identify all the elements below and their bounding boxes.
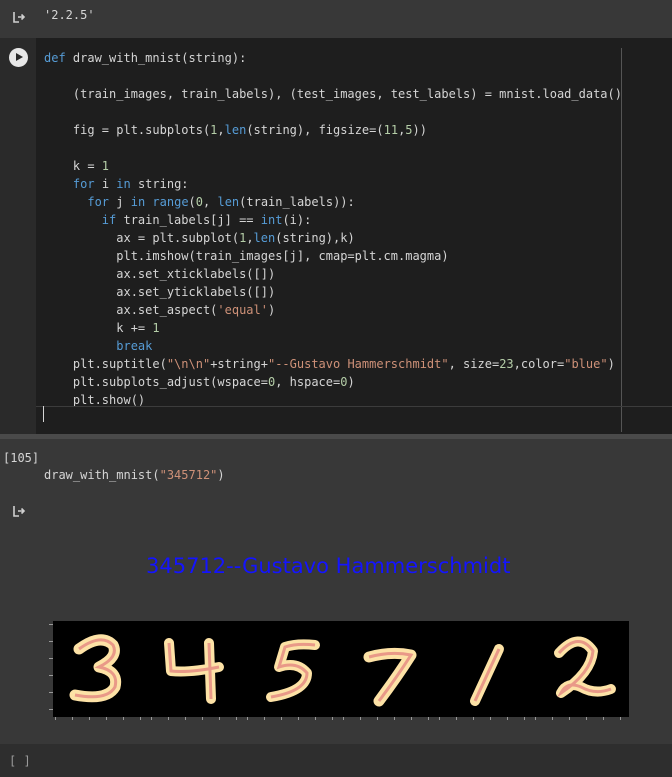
x-tick bbox=[247, 717, 248, 720]
x-tick bbox=[72, 717, 73, 720]
text-caret bbox=[43, 406, 44, 422]
x-tick bbox=[569, 717, 570, 720]
execution-count: [ ] bbox=[9, 754, 31, 768]
code-line[interactable]: ax.set_yticklabels([]) bbox=[44, 285, 275, 299]
x-tick bbox=[586, 717, 587, 720]
ruler-line bbox=[621, 48, 622, 432]
x-tick bbox=[456, 717, 457, 720]
x-tick bbox=[106, 717, 107, 720]
x-tick bbox=[168, 717, 169, 720]
digit-image-strip bbox=[53, 621, 629, 717]
digit-image-4 bbox=[164, 638, 224, 704]
top-output: '2.2.5' bbox=[0, 0, 672, 38]
x-tick bbox=[490, 717, 491, 720]
x-tick bbox=[202, 717, 203, 720]
x-tick bbox=[298, 717, 299, 720]
x-tick bbox=[236, 717, 237, 720]
x-tick bbox=[219, 717, 220, 720]
code-cell-2[interactable]: [105] draw_with_mnist("345712") bbox=[0, 439, 672, 494]
plot-output: 345712--Gustavo Hammerschmidt bbox=[0, 494, 672, 744]
digit-image-3 bbox=[69, 634, 122, 703]
digit-image-1 bbox=[470, 644, 504, 706]
x-tick bbox=[394, 717, 395, 720]
x-tick bbox=[332, 717, 333, 720]
code-line[interactable]: break bbox=[44, 339, 152, 353]
code-line[interactable]: def draw_with_mnist(string): bbox=[44, 51, 246, 65]
code-line[interactable]: (train_images, train_labels), (test_imag… bbox=[44, 87, 622, 101]
x-tick bbox=[123, 717, 124, 720]
code-line[interactable]: plt.show() bbox=[44, 393, 145, 407]
x-tick bbox=[552, 717, 553, 720]
code-line[interactable]: ax.set_aspect('equal') bbox=[44, 303, 275, 317]
plot-suptitle: 345712--Gustavo Hammerschmidt bbox=[146, 554, 511, 578]
code-line[interactable]: for j in range(0, len(train_labels)): bbox=[44, 195, 354, 209]
empty-code-cell[interactable]: [ ] bbox=[0, 744, 672, 777]
x-tick bbox=[140, 717, 141, 720]
x-tick bbox=[377, 717, 378, 720]
y-tick bbox=[49, 641, 53, 642]
output-arrow-icon[interactable] bbox=[12, 10, 26, 24]
code-line[interactable]: fig = plt.subplots(1,len(string), figsiz… bbox=[44, 123, 427, 137]
x-tick bbox=[89, 717, 90, 720]
code-line[interactable]: ax = plt.subplot(1,len(string),k) bbox=[44, 231, 354, 245]
x-tick bbox=[439, 717, 440, 720]
cell-gutter bbox=[0, 38, 36, 434]
current-line-highlight bbox=[36, 406, 672, 407]
code-line[interactable]: for i in string: bbox=[44, 177, 189, 191]
x-tick bbox=[411, 717, 412, 720]
code-line[interactable]: draw_with_mnist("345712") bbox=[44, 468, 225, 482]
x-tick bbox=[315, 717, 316, 720]
code-line[interactable]: ax.set_xticklabels([]) bbox=[44, 267, 275, 281]
run-cell-button[interactable] bbox=[9, 48, 28, 67]
x-tick bbox=[473, 717, 474, 720]
x-tick bbox=[343, 717, 344, 720]
x-tick bbox=[151, 717, 152, 720]
output-text: '2.2.5' bbox=[44, 8, 95, 22]
digit-image-7 bbox=[363, 647, 417, 707]
x-tick bbox=[428, 717, 429, 720]
x-tick bbox=[55, 717, 56, 720]
x-tick bbox=[185, 717, 186, 720]
y-tick bbox=[49, 692, 53, 693]
y-tick bbox=[49, 709, 53, 710]
code-cell[interactable]: def draw_with_mnist(string): (train_imag… bbox=[0, 38, 672, 434]
code-line[interactable]: k += 1 bbox=[44, 321, 159, 335]
x-tick bbox=[620, 717, 621, 720]
y-tick bbox=[49, 624, 53, 625]
code-line[interactable]: plt.suptitle("\n\n"+string+"--Gustavo Ha… bbox=[44, 357, 615, 371]
x-tick bbox=[360, 717, 361, 720]
code-line[interactable]: plt.subplots_adjust(wspace=0, hspace=0) bbox=[44, 375, 355, 389]
y-tick bbox=[49, 675, 53, 676]
x-tick bbox=[264, 717, 265, 720]
x-tick bbox=[535, 717, 536, 720]
code-line[interactable]: k = 1 bbox=[44, 159, 109, 173]
digit-image-2 bbox=[554, 636, 616, 698]
x-tick bbox=[281, 717, 282, 720]
x-tick bbox=[507, 717, 508, 720]
x-tick bbox=[603, 717, 604, 720]
execution-count: [105] bbox=[3, 451, 40, 465]
code-editor[interactable]: def draw_with_mnist(string): (train_imag… bbox=[44, 49, 622, 409]
output-arrow-icon[interactable] bbox=[12, 504, 26, 518]
digit-image-5 bbox=[266, 639, 320, 702]
y-tick bbox=[49, 658, 53, 659]
code-line[interactable]: if train_labels[j] == int(i): bbox=[44, 213, 312, 227]
code-line[interactable]: plt.imshow(train_images[j], cmap=plt.cm.… bbox=[44, 249, 448, 263]
x-tick bbox=[524, 717, 525, 720]
